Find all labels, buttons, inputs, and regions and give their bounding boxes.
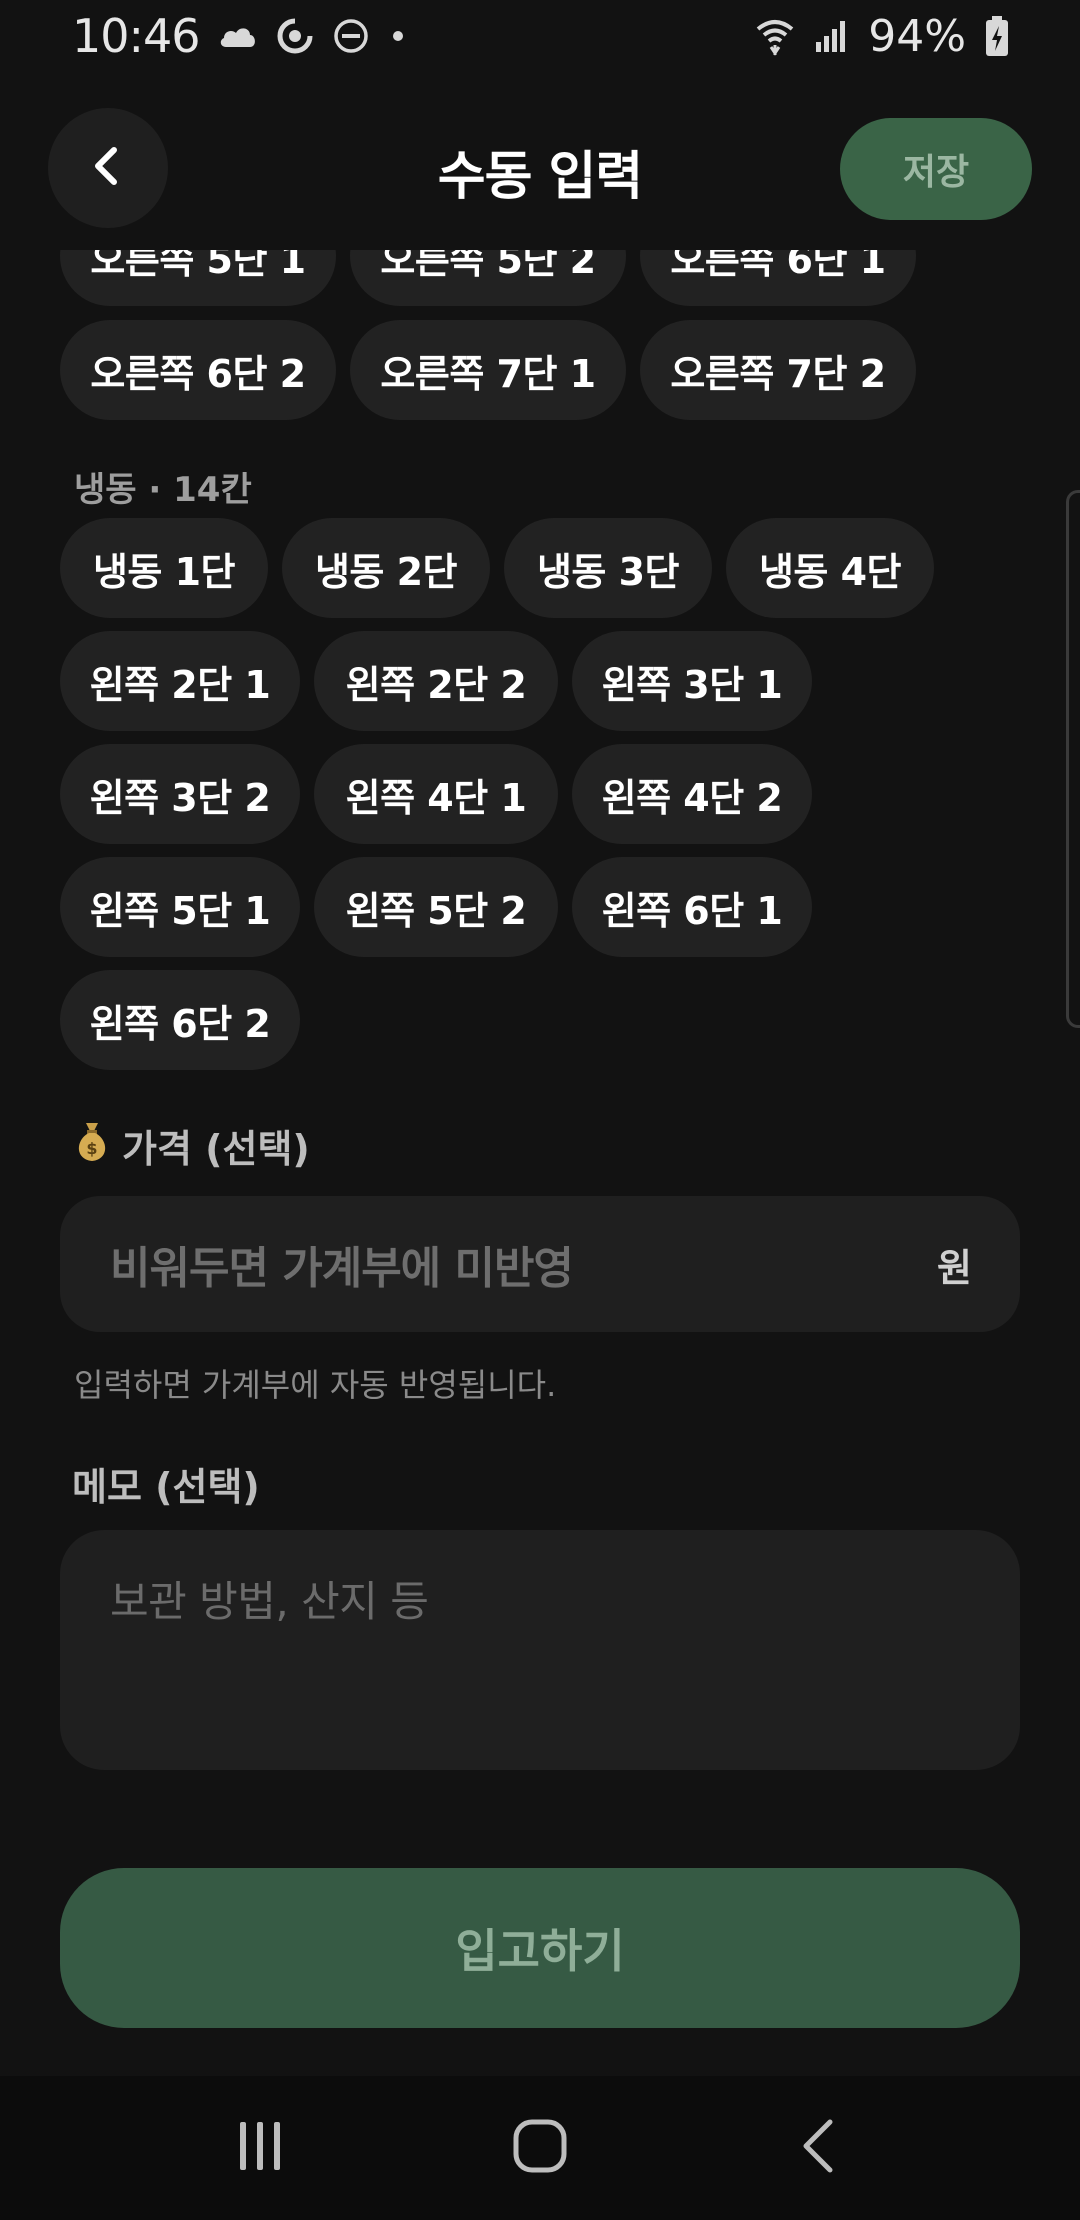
money-bag-icon: $ xyxy=(72,1119,112,1172)
chip-location[interactable]: 냉동 1단 xyxy=(60,518,268,618)
wifi-icon xyxy=(754,15,796,57)
recent-apps-icon xyxy=(230,2116,290,2180)
price-label: 가격 (선택) xyxy=(122,1127,310,1171)
chip-location[interactable]: 왼쪽 6단 2 xyxy=(60,970,300,1070)
dot-icon xyxy=(388,26,408,46)
price-unit: 원 xyxy=(937,1245,972,1290)
price-input[interactable]: 비워두면 가계부에 미반영 원 xyxy=(60,1196,1020,1332)
memo-input-placeholder: 보관 방법, 산지 등 xyxy=(110,1577,429,1626)
battery-charging-icon xyxy=(984,15,1010,57)
chip-location[interactable]: 왼쪽 2단 1 xyxy=(60,631,300,731)
recent-apps-button[interactable] xyxy=(200,2098,320,2198)
do-not-disturb-icon xyxy=(332,17,370,55)
chip-location[interactable]: 냉동 2단 xyxy=(282,518,490,618)
chip-location[interactable]: 왼쪽 6단 1 xyxy=(572,857,812,957)
chip-row-freezer-1: 냉동 1단 냉동 2단 냉동 3단 냉동 4단 xyxy=(60,518,934,618)
cloud-icon xyxy=(218,23,258,49)
chip-location[interactable]: 왼쪽 4단 2 xyxy=(572,744,812,844)
chip-location[interactable]: 오른쪽 7단 1 xyxy=(350,320,626,420)
chip-location[interactable]: 냉동 3단 xyxy=(504,518,712,618)
svg-text:$: $ xyxy=(86,1139,97,1158)
chip-location[interactable]: 오른쪽 6단 1 xyxy=(640,250,916,306)
chip-row-freezer-3: 왼쪽 3단 2 왼쪽 4단 1 왼쪽 4단 2 xyxy=(60,744,812,844)
status-bar-left: 10:46 xyxy=(72,9,408,63)
chip-location[interactable]: 오른쪽 7단 2 xyxy=(640,320,916,420)
chip-row-freezer-4: 왼쪽 5단 1 왼쪽 5단 2 왼쪽 6단 1 xyxy=(60,857,812,957)
chip-location[interactable]: 오른쪽 6단 2 xyxy=(60,320,336,420)
chip-location[interactable]: 왼쪽 2단 2 xyxy=(314,631,558,731)
clock: 10:46 xyxy=(72,9,201,63)
home-button[interactable] xyxy=(480,2098,600,2198)
back-nav-button[interactable] xyxy=(760,2098,880,2198)
signal-icon xyxy=(814,18,850,54)
price-label-row: $ 가격 (선택) xyxy=(72,1118,310,1173)
memo-input[interactable]: 보관 방법, 산지 등 xyxy=(60,1530,1020,1770)
freezer-section-label: 냉동 · 14칸 xyxy=(74,470,252,510)
price-helper-text: 입력하면 가계부에 자동 반영됩니다. xyxy=(74,1366,557,1404)
chip-location[interactable]: 왼쪽 5단 1 xyxy=(60,857,300,957)
save-button[interactable]: 저장 xyxy=(840,118,1032,220)
memo-label: 메모 (선택) xyxy=(72,1465,260,1509)
home-icon xyxy=(510,2116,570,2180)
chip-row-fridge: 오른쪽 6단 2 오른쪽 7단 1 오른쪽 7단 2 xyxy=(60,320,916,420)
form-scroll-area[interactable]: 오른쪽 5단 1 오른쪽 5단 2 오른쪽 6단 1 오른쪽 6단 2 오른쪽 … xyxy=(0,250,1080,2070)
chip-row-fridge-partial: 오른쪽 5단 1 오른쪽 5단 2 오른쪽 6단 1 xyxy=(60,250,916,306)
status-bar-right: 94% xyxy=(754,11,1010,62)
submit-button[interactable]: 입고하기 xyxy=(60,1868,1020,2028)
system-nav-bar xyxy=(0,2076,1080,2220)
chip-location[interactable]: 왼쪽 3단 1 xyxy=(572,631,812,731)
scrollbar[interactable] xyxy=(1066,490,1080,1028)
status-bar: 10:46 94% xyxy=(0,0,1080,72)
sync-icon xyxy=(276,17,314,55)
chip-row-freezer-5: 왼쪽 6단 2 xyxy=(60,970,300,1070)
battery-percent: 94% xyxy=(868,10,966,62)
chip-location[interactable]: 왼쪽 5단 2 xyxy=(314,857,558,957)
price-input-placeholder: 비워두면 가계부에 미반영 xyxy=(110,1243,574,1294)
app-header: 수동 입력 저장 xyxy=(0,100,1080,240)
back-icon xyxy=(790,2116,850,2180)
chip-row-freezer-2: 왼쪽 2단 1 왼쪽 2단 2 왼쪽 3단 1 xyxy=(60,631,812,731)
chip-location[interactable]: 오른쪽 5단 1 xyxy=(60,250,336,306)
chip-location[interactable]: 왼쪽 4단 1 xyxy=(314,744,558,844)
chip-location[interactable]: 냉동 4단 xyxy=(726,518,934,618)
chip-location[interactable]: 오른쪽 5단 2 xyxy=(350,250,626,306)
chip-location[interactable]: 왼쪽 3단 2 xyxy=(60,744,300,844)
